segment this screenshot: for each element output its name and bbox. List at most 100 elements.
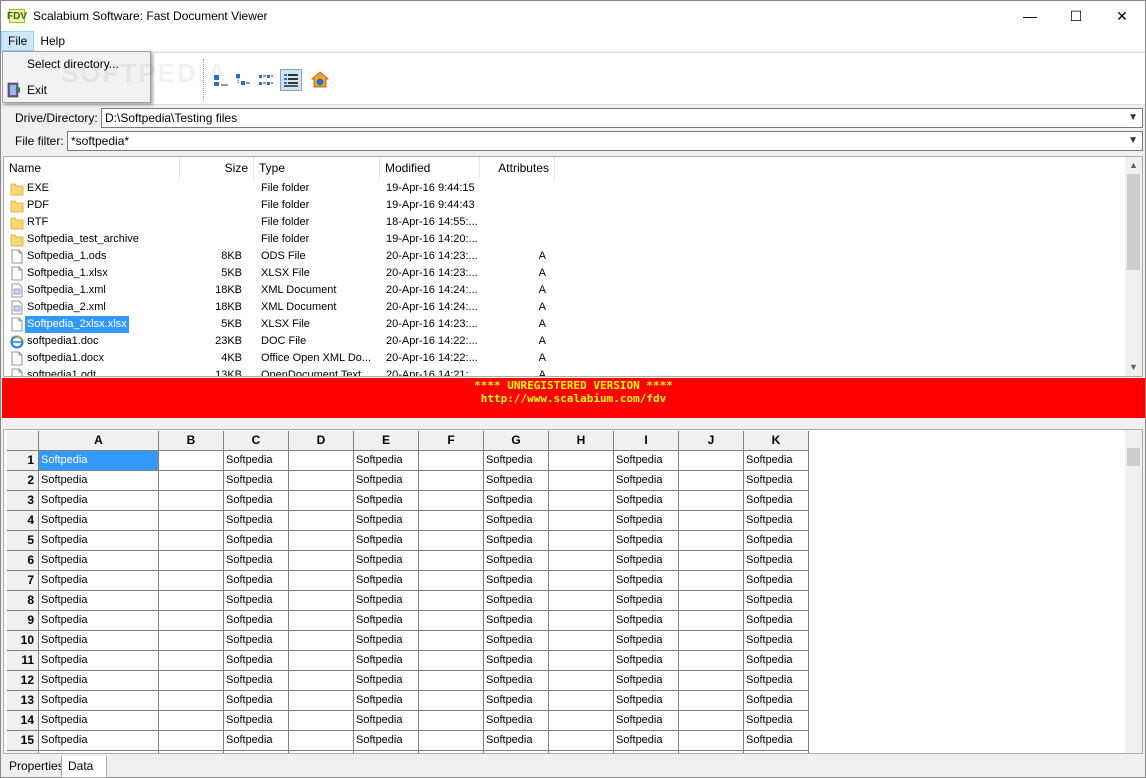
grid-row-header[interactable]: 8 — [7, 591, 39, 611]
grid-cell[interactable]: Softpedia — [354, 531, 419, 551]
grid-row-header[interactable]: 10 — [7, 631, 39, 651]
grid-cell[interactable]: Softpedia — [39, 611, 159, 631]
grid-cell[interactable] — [289, 551, 354, 571]
grid-cell[interactable]: Softpedia — [744, 611, 809, 631]
grid-cell[interactable] — [419, 451, 484, 471]
grid-cell[interactable] — [159, 471, 224, 491]
grid-cell[interactable]: Softpedia — [224, 711, 289, 731]
grid-cell[interactable] — [289, 691, 354, 711]
grid-cell[interactable] — [549, 631, 614, 651]
grid-cell[interactable] — [289, 591, 354, 611]
grid-cell[interactable]: Softpedia — [744, 531, 809, 551]
grid-cell[interactable]: Softpedia — [354, 691, 419, 711]
grid-cell[interactable] — [679, 731, 744, 751]
grid-column-header[interactable]: J — [679, 431, 744, 451]
grid-cell[interactable]: Softpedia — [354, 511, 419, 531]
grid-cell[interactable] — [289, 631, 354, 651]
grid-cell[interactable]: Softpedia — [224, 751, 289, 753]
grid-cell[interactable]: Softpedia — [614, 451, 679, 471]
chevron-down-icon[interactable]: ▼ — [1128, 132, 1138, 150]
grid-cell[interactable]: Softpedia — [354, 451, 419, 471]
grid-cell[interactable] — [159, 711, 224, 731]
grid-cell[interactable]: Softpedia — [224, 651, 289, 671]
grid-cell[interactable] — [419, 551, 484, 571]
grid-cell[interactable]: Softpedia — [39, 651, 159, 671]
grid-cell[interactable] — [159, 451, 224, 471]
chevron-down-icon[interactable]: ▼ — [1128, 109, 1138, 127]
grid-cell[interactable] — [549, 571, 614, 591]
grid-cell[interactable]: Softpedia — [354, 591, 419, 611]
grid-cell[interactable] — [679, 491, 744, 511]
grid-cell[interactable]: Softpedia — [744, 731, 809, 751]
file-row[interactable]: softpedia1.docx 4KB Office Open XML Do... 2… — [4, 350, 1128, 367]
grid-row-header[interactable]: 7 — [7, 571, 39, 591]
grid-cell[interactable]: Softpedia — [484, 571, 549, 591]
grid-cell[interactable] — [549, 531, 614, 551]
column-header-size[interactable]: Size — [180, 157, 254, 179]
grid-cell[interactable]: Softpedia — [614, 691, 679, 711]
grid-row-header[interactable]: 12 — [7, 671, 39, 691]
directory-combo[interactable]: D:\Softpedia\Testing files ▼ — [101, 108, 1143, 128]
grid-cell[interactable]: Softpedia — [484, 731, 549, 751]
grid-cell[interactable] — [419, 591, 484, 611]
grid-cell[interactable] — [159, 731, 224, 751]
grid-cell[interactable]: Softpedia — [354, 651, 419, 671]
file-row[interactable]: Softpedia_1.ods 8KB ODS File 20-Apr-16 14:2… — [4, 248, 1128, 265]
menu-item-select-directory[interactable]: Select directory... — [3, 53, 150, 75]
grid-cell[interactable]: Softpedia — [224, 631, 289, 651]
file-row[interactable]: Softpedia_test_archive File folder 19-Apr-… — [4, 231, 1128, 248]
file-row[interactable]: RTF File folder 18-Apr-16 14:55:... — [4, 214, 1128, 231]
grid-cell[interactable]: Softpedia — [484, 511, 549, 531]
grid-column-header[interactable]: A — [39, 431, 159, 451]
grid-cell[interactable] — [159, 491, 224, 511]
grid-cell[interactable]: Softpedia — [39, 471, 159, 491]
grid-cell[interactable]: Softpedia — [39, 531, 159, 551]
home-icon[interactable] — [311, 71, 329, 89]
grid-cell[interactable] — [289, 611, 354, 631]
grid-cell[interactable]: Softpedia — [224, 451, 289, 471]
grid-column-header[interactable]: B — [159, 431, 224, 451]
grid-cell[interactable]: Softpedia — [614, 491, 679, 511]
grid-cell[interactable]: Softpedia — [354, 611, 419, 631]
grid-cell[interactable] — [549, 611, 614, 631]
grid-cell[interactable] — [549, 511, 614, 531]
grid-row-header[interactable]: 11 — [7, 651, 39, 671]
grid-cell[interactable] — [289, 491, 354, 511]
grid-cell[interactable] — [679, 631, 744, 651]
grid-cell[interactable] — [679, 551, 744, 571]
grid-cell[interactable] — [289, 671, 354, 691]
grid-cell[interactable]: Softpedia — [354, 751, 419, 753]
menu-item-exit[interactable]: Exit — [3, 79, 150, 101]
grid-cell[interactable] — [419, 651, 484, 671]
grid-cell[interactable]: Softpedia — [744, 491, 809, 511]
grid-cell[interactable]: Softpedia — [614, 551, 679, 571]
grid-cell[interactable]: Softpedia — [614, 711, 679, 731]
grid-cell[interactable]: Softpedia — [744, 571, 809, 591]
grid-cell[interactable] — [419, 511, 484, 531]
grid-cell[interactable]: Softpedia — [484, 691, 549, 711]
grid-cell[interactable]: Softpedia — [614, 471, 679, 491]
minimize-button[interactable]: — — [1007, 1, 1053, 31]
grid-cell[interactable]: Softpedia — [39, 551, 159, 571]
grid-cell[interactable]: Softpedia — [744, 551, 809, 571]
file-list-scrollbar[interactable]: ▲ ▼ — [1125, 157, 1142, 376]
grid-cell[interactable]: Softpedia — [354, 551, 419, 571]
grid-row-header[interactable]: 9 — [7, 611, 39, 631]
grid-row-header[interactable]: 16 — [7, 751, 39, 753]
grid-cell[interactable]: Softpedia — [354, 711, 419, 731]
details-view-icon[interactable] — [280, 69, 302, 91]
grid-cell[interactable]: Softpedia — [224, 531, 289, 551]
grid-cell[interactable]: Softpedia — [744, 631, 809, 651]
grid-cell[interactable] — [419, 531, 484, 551]
grid-row-header[interactable]: 3 — [7, 491, 39, 511]
grid-cell[interactable]: Softpedia — [614, 591, 679, 611]
grid-cell[interactable]: Softpedia — [354, 491, 419, 511]
grid-cell[interactable]: Softpedia — [614, 751, 679, 753]
grid-column-header[interactable]: H — [549, 431, 614, 451]
grid-cell[interactable]: Softpedia — [39, 591, 159, 611]
grid-cell[interactable] — [289, 571, 354, 591]
menu-file[interactable]: File — [1, 31, 35, 51]
grid-cell[interactable] — [679, 451, 744, 471]
grid-cell[interactable] — [289, 711, 354, 731]
grid-scrollbar[interactable] — [1125, 430, 1142, 753]
